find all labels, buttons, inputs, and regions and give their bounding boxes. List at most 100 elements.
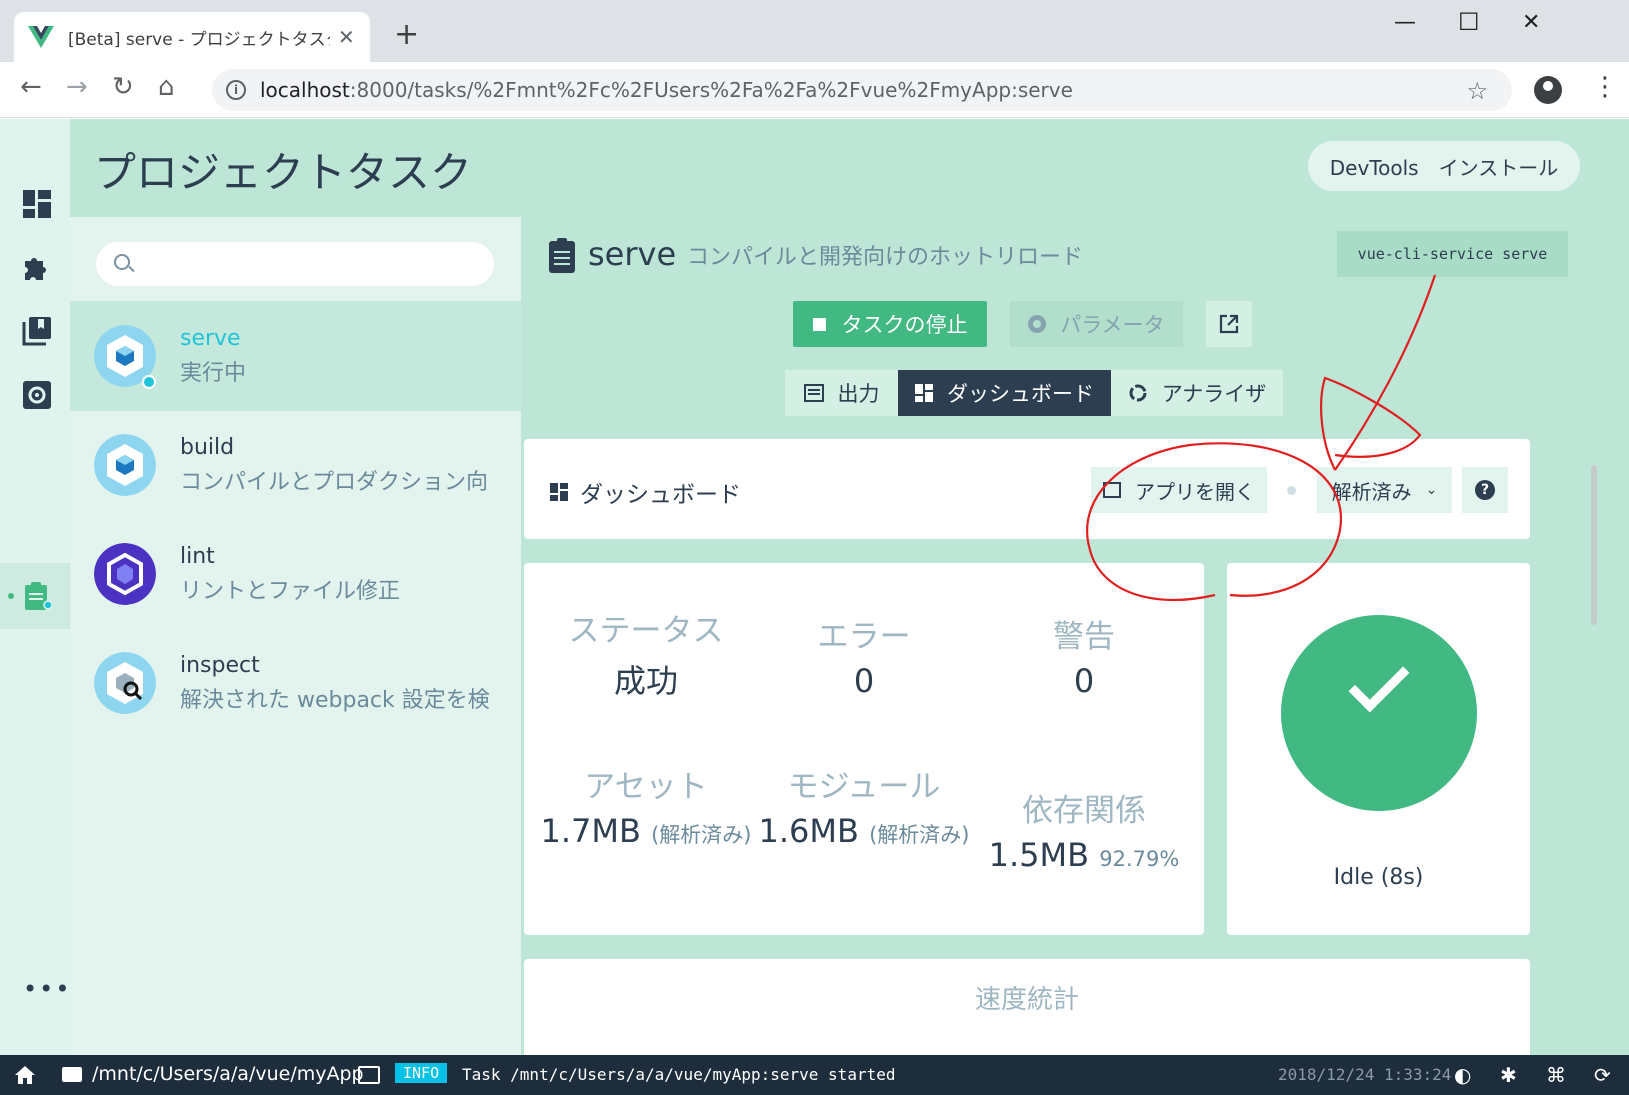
open-app-label: アプリを開く <box>1135 479 1255 504</box>
build-status-card: Idle (8s) <box>1227 563 1530 935</box>
stat-warnings: 警告 0 <box>974 611 1194 700</box>
task-desc: コンパイルとプロダクション向けの縮小 <box>180 470 490 495</box>
home-icon[interactable] <box>14 1064 36 1086</box>
browser-tab-bar: [Beta] serve - プロジェクトタスク - Vue CLI ✕ + —… <box>0 0 1629 62</box>
task-item-build[interactable]: build コンパイルとプロダクション向けの縮小 <box>70 410 521 520</box>
task-desc: 解決された webpack 設定を検査 <box>180 688 490 713</box>
open-app-button[interactable]: アプリを開く <box>1091 467 1267 513</box>
help-button[interactable]: ? <box>1462 467 1508 513</box>
status-text: Idle (8s) <box>1333 865 1424 890</box>
stat-status: ステータス 成功 <box>536 605 756 702</box>
stop-task-label: タスクの停止 <box>841 313 968 337</box>
refresh-icon[interactable]: ⟳ <box>1594 1063 1611 1087</box>
page-title: プロジェクトタスク <box>94 148 473 197</box>
stop-task-button[interactable]: タスクの停止 <box>793 301 987 347</box>
task-desc: 実行中 <box>180 361 247 386</box>
checkmark-icon <box>1348 651 1410 713</box>
tab-close-icon[interactable]: ✕ <box>338 25 355 49</box>
project-path[interactable]: /mnt/c/Users/a/a/vue/myApp <box>92 1063 364 1085</box>
back-icon[interactable]: ← <box>20 74 42 100</box>
tab-dashboard[interactable]: ダッシュボード <box>898 370 1111 416</box>
stat-value: 0 <box>1073 662 1095 700</box>
speed-stats-title: 速度統計 <box>974 985 1079 1015</box>
configuration-gear-icon[interactable] <box>22 380 52 410</box>
url-path: :8000/tasks/%2Fmnt%2Fc%2FUsers%2Fa%2Fa%2… <box>349 78 1073 102</box>
devtools-install-button[interactable]: DevTools インストール <box>1308 141 1580 191</box>
browser-toolbar: ← → ↻ ⌂ i localhost:8000/tasks/%2Fmnt%2F… <box>0 62 1629 118</box>
dependencies-library-icon[interactable] <box>22 316 52 346</box>
task-item-inspect[interactable]: inspect 解決された webpack 設定を検査 <box>70 628 521 738</box>
open-in-new-icon <box>1219 314 1239 334</box>
site-info-icon[interactable]: i <box>226 80 246 100</box>
tab-output[interactable]: 出力 <box>785 370 898 416</box>
task-command: vue-cli-service serve <box>1337 231 1568 277</box>
plugins-puzzle-icon[interactable] <box>22 253 52 283</box>
minimize-icon[interactable]: — <box>1394 10 1416 35</box>
address-bar[interactable]: i localhost:8000/tasks/%2Fmnt%2Fc%2FUser… <box>212 69 1512 111</box>
forward-icon[interactable]: → <box>66 74 88 100</box>
stat-value: 1.7MB <box>540 812 641 850</box>
donut-chart-icon <box>1129 384 1147 402</box>
running-status-dot <box>142 375 156 389</box>
analysis-mode-select[interactable]: 解析済み ⌄ <box>1317 467 1452 513</box>
stat-label: 警告 <box>1053 619 1115 655</box>
app-status-bar: /mnt/c/Users/a/a/vue/myApp INFO Task /mn… <box>0 1055 1629 1095</box>
dark-mode-toggle-icon[interactable]: ◐ <box>1454 1063 1471 1087</box>
home-icon[interactable]: ⌂ <box>158 74 175 100</box>
stat-modules: モジュール 1.6MB (解析済み) <box>754 761 974 850</box>
parameters-button[interactable]: パラメータ <box>1010 301 1183 347</box>
main-scrollbar[interactable] <box>1591 465 1597 625</box>
bookmark-star-icon[interactable]: ☆ <box>1466 77 1488 105</box>
page-header: プロジェクトタスク DevTools インストール <box>70 119 1629 217</box>
vue-logo-icon <box>28 26 54 48</box>
last-log-message[interactable]: Task /mnt/c/Users/a/a/vue/myApp:serve st… <box>462 1065 895 1084</box>
clipboard-icon <box>549 238 575 273</box>
maximize-icon[interactable]: ☐ <box>1458 8 1480 36</box>
tab-analyzer-label: アナライザ <box>1161 382 1267 406</box>
log-timestamp: 2018/12/24 1:33:24 <box>1278 1065 1452 1084</box>
task-item-lint[interactable]: lint リントとファイル修正 <box>70 519 521 629</box>
chevron-down-icon: ⌄ <box>1425 482 1438 498</box>
task-desc: リントとファイル修正 <box>180 579 401 604</box>
speed-stats-card: 速度統計 <box>524 959 1530 1055</box>
stat-value-row: 1.7MB (解析済み) <box>536 812 756 850</box>
stat-label: エラー <box>817 619 911 655</box>
stat-value: 成功 <box>613 662 678 700</box>
tab-analyzer[interactable]: アナライザ <box>1111 370 1283 416</box>
task-description: コンパイルと開発向けのホットリロード <box>687 245 1084 270</box>
open-external-button[interactable] <box>1206 301 1252 347</box>
help-icon: ? <box>1475 480 1495 500</box>
build-stats-card: ステータス 成功 エラー 0 警告 0 アセット 1.7MB (解析済み) モジ… <box>524 563 1204 935</box>
task-search-input[interactable] <box>96 242 494 286</box>
task-name: build <box>180 435 235 460</box>
profile-avatar-icon[interactable] <box>1534 76 1562 104</box>
eslint-hexagon-icon <box>94 543 156 605</box>
success-status-circle <box>1281 615 1477 811</box>
stat-note: (解析済み) <box>651 823 752 847</box>
dashboard-icon[interactable] <box>22 189 52 219</box>
webpack-cube-icon <box>94 434 156 496</box>
close-window-icon[interactable]: ✕ <box>1522 10 1540 35</box>
stat-value: 1.6MB <box>758 812 859 850</box>
task-detail-panel: serve コンパイルと開発向けのホットリロード vue-cli-service… <box>521 217 1629 1055</box>
task-list-sidebar: serve 実行中 build コンパイルとプロダクション向けの縮小 lint … <box>70 217 521 1055</box>
task-item-serve[interactable]: serve 実行中 <box>70 301 521 411</box>
new-tab-icon[interactable]: + <box>394 20 419 50</box>
dashboard-header-card: ダッシュボード アプリを開く 解析済み ⌄ ? <box>524 439 1530 539</box>
reload-icon[interactable]: ↻ <box>112 74 134 100</box>
analysis-mode-value: 解析済み <box>1331 479 1412 504</box>
task-name: lint <box>180 544 215 569</box>
browser-menu-icon[interactable]: ⋮ <box>1592 74 1618 100</box>
webpack-inspect-icon <box>94 652 156 714</box>
stat-label: ステータス <box>568 613 724 649</box>
log-level-badge: INFO <box>395 1063 448 1083</box>
report-bug-icon[interactable]: ✱ <box>1500 1063 1517 1087</box>
tasks-clipboard-icon[interactable] <box>22 581 52 611</box>
stat-note: 92.79% <box>1099 847 1180 871</box>
folder-icon[interactable] <box>62 1067 82 1082</box>
translate-icon[interactable]: ⌘ <box>1546 1063 1566 1087</box>
stat-label: 依存関係 <box>1022 793 1146 829</box>
browser-tab[interactable]: [Beta] serve - プロジェクトタスク - Vue CLI ✕ <box>14 12 370 62</box>
console-log-icon[interactable] <box>358 1066 380 1084</box>
more-options-icon[interactable]: ••• <box>23 975 71 1003</box>
